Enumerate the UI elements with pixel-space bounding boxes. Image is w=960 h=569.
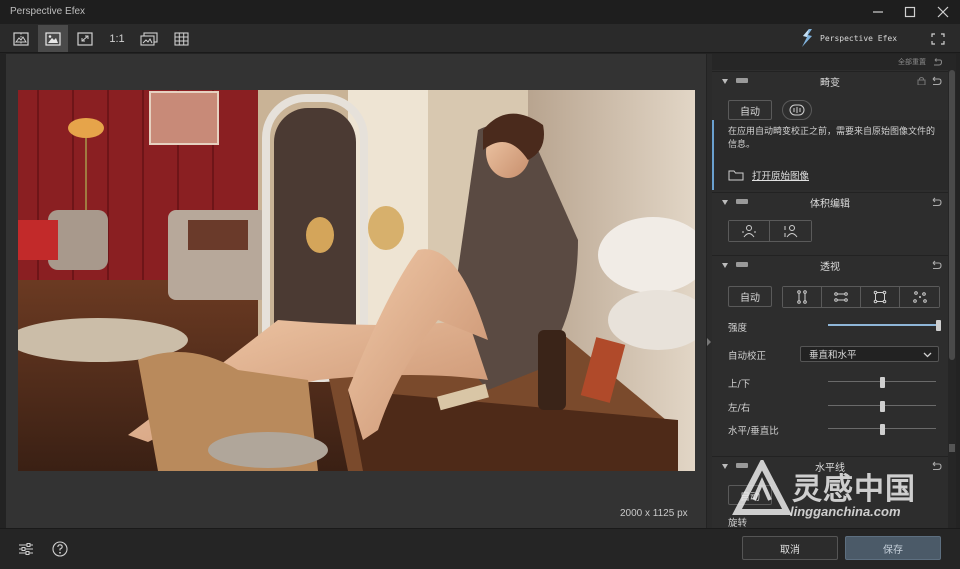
section-volume-header[interactable]: 体积编辑 bbox=[712, 193, 948, 211]
ratio-label: 水平/垂直比 bbox=[728, 426, 779, 437]
person-center-icon bbox=[742, 225, 756, 238]
save-button[interactable]: 保存 bbox=[845, 536, 941, 560]
preview-image[interactable] bbox=[18, 90, 695, 471]
auto-correct-select[interactable]: 垂直和水平 bbox=[800, 346, 939, 362]
auto-correct-label: 自动校正 bbox=[728, 351, 767, 362]
reset-all-label[interactable]: 全部重置 bbox=[898, 57, 926, 67]
ratio-slider[interactable] bbox=[828, 424, 936, 435]
adjustments-panel: 全部重置 畸变 自动 在应用自动畸变校正之前，需要来自原始图像文件的信息。 打开… bbox=[712, 54, 948, 528]
reset-icon[interactable] bbox=[930, 75, 942, 87]
help-icon[interactable] bbox=[50, 539, 70, 559]
up-down-slider[interactable] bbox=[828, 377, 936, 388]
cancel-button[interactable]: 取消 bbox=[742, 536, 838, 560]
brand: Perspective Efex bbox=[800, 27, 897, 49]
section-title: 透视 bbox=[820, 261, 840, 273]
chevron-down-icon bbox=[923, 352, 932, 358]
slider-fill bbox=[828, 324, 938, 326]
actual-size-button[interactable]: 1:1 bbox=[102, 25, 132, 52]
perspective-auto-button[interactable]: 自动 bbox=[728, 286, 772, 307]
open-original-label: 打开原始图像 bbox=[752, 171, 810, 182]
horizontal-lines-icon bbox=[834, 292, 848, 302]
actual-size-label: 1:1 bbox=[109, 32, 125, 45]
brand-name: Perspective Efex bbox=[820, 33, 898, 43]
strength-slider[interactable] bbox=[828, 320, 941, 331]
save-label: 保存 bbox=[883, 544, 903, 556]
slider-thumb[interactable] bbox=[880, 377, 885, 388]
person-edge-icon bbox=[784, 225, 797, 238]
volume-edge-button[interactable] bbox=[770, 221, 811, 241]
title-bar: Perspective Efex bbox=[0, 0, 960, 24]
lens-profile-button[interactable] bbox=[782, 100, 812, 120]
horizon-auto-button[interactable]: 自动 bbox=[728, 485, 772, 505]
scrollbar-thumb[interactable] bbox=[949, 70, 955, 360]
auto-correct-value: 垂直和水平 bbox=[809, 350, 857, 361]
section-title: 畸变 bbox=[820, 77, 840, 89]
grid-icon[interactable] bbox=[166, 25, 196, 52]
settings-sliders-icon[interactable] bbox=[16, 539, 36, 559]
section-distortion: 畸变 自动 在应用自动畸变校正之前，需要来自原始图像文件的信息。 打开原始图像 bbox=[712, 71, 948, 191]
scroll-down-icon[interactable] bbox=[949, 444, 955, 452]
reset-all-icon[interactable] bbox=[932, 57, 942, 67]
single-view-icon[interactable] bbox=[38, 25, 68, 52]
volume-center-button[interactable] bbox=[729, 221, 770, 241]
horizontal-correction-button[interactable] bbox=[822, 287, 861, 307]
open-original-link[interactable]: 打开原始图像 bbox=[728, 168, 809, 182]
lens-profile-icon bbox=[789, 104, 805, 116]
distortion-auto-button[interactable]: 自动 bbox=[728, 100, 772, 120]
free-points-icon bbox=[912, 291, 927, 303]
auto-label: 自动 bbox=[740, 293, 760, 304]
cancel-label: 取消 bbox=[780, 544, 800, 556]
split-view-icon[interactable] bbox=[6, 25, 36, 52]
fullscreen-icon[interactable] bbox=[928, 30, 948, 48]
window-title: Perspective Efex bbox=[10, 6, 86, 17]
folder-icon bbox=[728, 170, 744, 181]
close-icon[interactable] bbox=[928, 3, 958, 21]
reset-icon[interactable] bbox=[930, 259, 942, 271]
minimize-icon[interactable] bbox=[863, 3, 893, 21]
rectangle-correction-button[interactable] bbox=[861, 287, 900, 307]
lock-icon[interactable] bbox=[917, 76, 926, 85]
rectangle-points-icon bbox=[873, 290, 887, 304]
slider-thumb[interactable] bbox=[936, 320, 941, 331]
reset-icon[interactable] bbox=[930, 196, 942, 208]
free-points-button[interactable] bbox=[900, 287, 939, 307]
collapse-arrow-icon bbox=[707, 338, 711, 346]
maximize-icon[interactable] bbox=[895, 3, 925, 21]
volume-mode-group bbox=[728, 220, 812, 242]
section-title: 水平线 bbox=[815, 462, 845, 474]
section-title: 体积编辑 bbox=[810, 198, 850, 210]
section-perspective-header[interactable]: 透视 bbox=[712, 256, 948, 274]
up-down-label: 上/下 bbox=[728, 379, 751, 390]
reset-all-bar: 全部重置 bbox=[712, 54, 948, 70]
auto-label: 自动 bbox=[740, 106, 760, 118]
slider-thumb[interactable] bbox=[880, 401, 885, 412]
vertical-correction-button[interactable] bbox=[783, 287, 822, 307]
panel-scrollbar[interactable] bbox=[948, 54, 956, 528]
compare-icon[interactable] bbox=[134, 25, 164, 52]
section-distortion-header[interactable]: 畸变 bbox=[712, 72, 948, 90]
distortion-info-text: 在应用自动畸变校正之前，需要来自原始图像文件的信息。 bbox=[728, 127, 936, 150]
left-right-label: 左/右 bbox=[728, 403, 751, 414]
rotate-label: 旋转 bbox=[728, 518, 748, 528]
section-horizon: 水平线 自动 旋转 bbox=[712, 456, 948, 528]
footer-bar: 取消 保存 bbox=[0, 528, 960, 569]
image-size-label: 2000 x 1125 px bbox=[620, 508, 688, 519]
fit-screen-icon[interactable] bbox=[70, 25, 100, 52]
section-horizon-header[interactable]: 水平线 bbox=[712, 457, 948, 475]
section-perspective: 透视 自动 强度 自动校正 垂直和水平 上/下 左/右 水平/垂直比 bbox=[712, 255, 948, 455]
strength-label: 强度 bbox=[728, 323, 748, 334]
left-right-slider[interactable] bbox=[828, 401, 936, 412]
reset-icon[interactable] bbox=[930, 460, 942, 472]
slider-thumb[interactable] bbox=[880, 424, 885, 435]
photo-illustration bbox=[18, 90, 695, 471]
auto-label: 自动 bbox=[740, 491, 760, 503]
vertical-lines-icon bbox=[797, 290, 807, 304]
brand-logo-icon bbox=[802, 29, 812, 47]
perspective-mode-group bbox=[782, 286, 940, 308]
section-volume: 体积编辑 bbox=[712, 192, 948, 254]
